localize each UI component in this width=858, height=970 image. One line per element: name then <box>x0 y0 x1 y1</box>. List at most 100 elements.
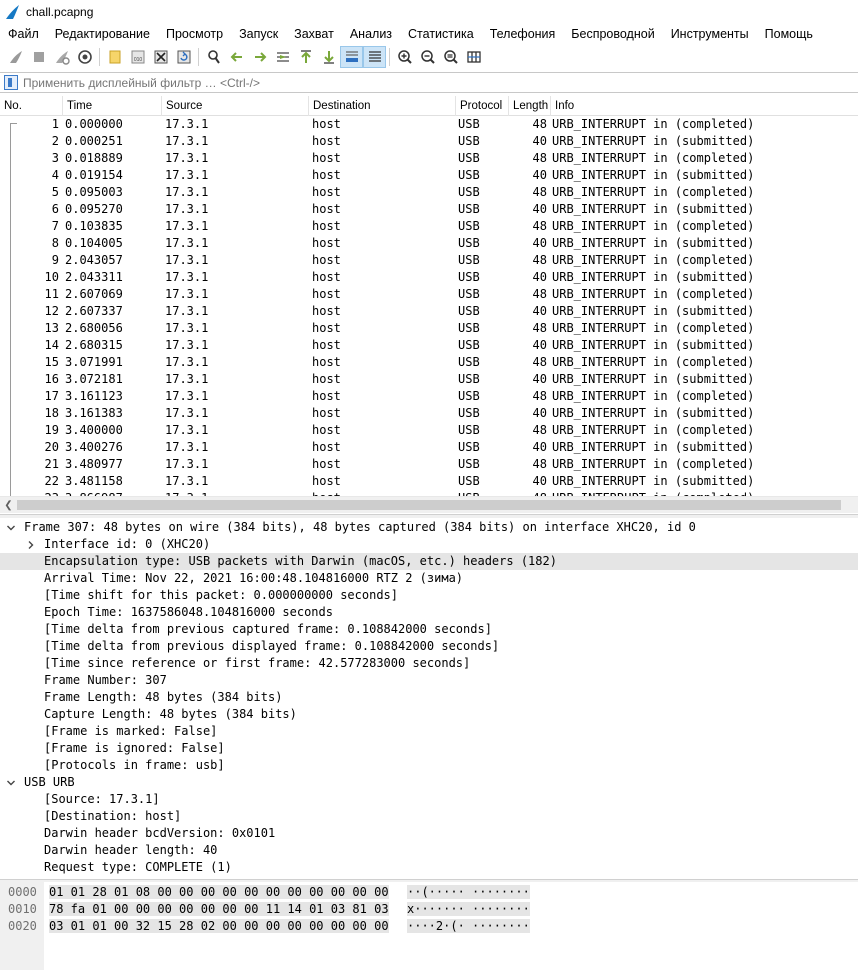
zoom-out-icon[interactable] <box>416 46 439 68</box>
packet-row[interactable]: 11 2.607069 17.3.1 host USB 48 URB_INTERRUPT i… <box>0 286 858 303</box>
chevron-down-icon[interactable] <box>5 519 17 536</box>
packet-row[interactable]: 12 2.607337 17.3.1 host USB 40 URB_INTERRUPT i… <box>0 303 858 320</box>
column-header-source[interactable]: Source <box>162 96 309 116</box>
chevron-right-icon[interactable] <box>25 536 37 553</box>
menu-view[interactable]: Просмотр <box>158 27 231 41</box>
detail-tree-section[interactable]: Frame 307: 48 bytes on wire (384 bits), … <box>0 519 858 536</box>
menu-telephony[interactable]: Телефония <box>482 27 564 41</box>
restart-icon[interactable] <box>50 46 73 68</box>
close-file-icon[interactable] <box>149 46 172 68</box>
packet-details-pane[interactable]: Frame 307: 48 bytes on wire (384 bits), … <box>0 519 858 879</box>
packet-row[interactable]: 18 3.161383 17.3.1 host USB 40 URB_INTERRUPT i… <box>0 405 858 422</box>
detail-tree-item[interactable]: [Time shift for this packet: 0.000000000… <box>0 587 858 604</box>
packet-row[interactable]: 8 0.104005 17.3.1 host USB 40 URB_INTERRUPT in… <box>0 235 858 252</box>
packet-row[interactable]: 14 2.680315 17.3.1 host USB 40 URB_INTERRUPT i… <box>0 337 858 354</box>
menu-wireless[interactable]: Беспроводной <box>563 27 662 41</box>
go-forward-icon[interactable] <box>248 46 271 68</box>
packet-bytes-pane[interactable]: 0000 01 01 28 01 08 00 00 00 00 00 00 00 … <box>0 882 858 970</box>
detail-tree-section[interactable]: USB URB <box>0 774 858 791</box>
detail-tree-item[interactable]: [Protocols in frame: usb] <box>0 757 858 774</box>
display-filter-input[interactable] <box>21 73 858 92</box>
find-packet-icon[interactable] <box>202 46 225 68</box>
packet-row[interactable]: 21 3.480977 17.3.1 host USB 48 URB_INTERRUPT i… <box>0 456 858 473</box>
column-header-length[interactable]: Length <box>509 96 551 116</box>
bytes-hex[interactable]: 78 fa 01 00 00 00 00 00 00 00 11 14 01 0… <box>49 901 389 918</box>
menu-capture[interactable]: Захват <box>286 27 342 41</box>
column-header-protocol[interactable]: Protocol <box>456 96 509 116</box>
packet-row[interactable]: 3 0.018889 17.3.1 host USB 48 URB_INTERRUPT in… <box>0 150 858 167</box>
menu-file[interactable]: Файл <box>0 27 47 41</box>
packet-row[interactable]: 20 3.400276 17.3.1 host USB 40 URB_INTERRUPT i… <box>0 439 858 456</box>
packet-row[interactable]: 4 0.019154 17.3.1 host USB 40 URB_INTERRUPT in… <box>0 167 858 184</box>
packet-list[interactable]: No. Time Source Destination Protocol Len… <box>0 96 858 496</box>
menu-tools[interactable]: Инструменты <box>663 27 757 41</box>
stop-icon[interactable] <box>27 46 50 68</box>
packet-row[interactable]: 19 3.400000 17.3.1 host USB 48 URB_INTERRUPT i… <box>0 422 858 439</box>
resize-columns-icon[interactable] <box>462 46 485 68</box>
packet-row[interactable]: 22 3.481158 17.3.1 host USB 40 URB_INTERRUPT i… <box>0 473 858 490</box>
bytes-hex[interactable]: 03 01 01 00 32 15 28 02 00 00 00 00 00 0… <box>49 918 389 935</box>
detail-tree-item[interactable]: Darwin header length: 40 <box>0 842 858 859</box>
colorize-icon[interactable] <box>363 46 386 68</box>
capture-options-icon[interactable] <box>73 46 96 68</box>
filter-bookmark-icon[interactable] <box>4 75 18 90</box>
column-header-info[interactable]: Info <box>551 96 858 116</box>
detail-tree-item[interactable]: Arrival Time: Nov 22, 2021 16:00:48.1048… <box>0 570 858 587</box>
autoscroll-icon[interactable] <box>340 46 363 68</box>
detail-tree-item[interactable]: Capture Length: 48 bytes (384 bits) <box>0 706 858 723</box>
column-header-destination[interactable]: Destination <box>309 96 456 116</box>
chevron-down-icon[interactable] <box>5 774 17 791</box>
bytes-ascii[interactable]: ····2·(· ········ <box>407 918 530 935</box>
packet-row[interactable]: 13 2.680056 17.3.1 host USB 48 URB_INTERRUPT i… <box>0 320 858 337</box>
menu-help[interactable]: Помощь <box>757 27 821 41</box>
packet-row[interactable]: 2 0.000251 17.3.1 host USB 40 URB_INTERRUPT in… <box>0 133 858 150</box>
column-header-no[interactable]: No. <box>0 96 63 116</box>
detail-tree-item[interactable]: Frame Number: 307 <box>0 672 858 689</box>
packet-row[interactable]: 7 0.103835 17.3.1 host USB 48 URB_INTERRUPT in… <box>0 218 858 235</box>
packet-row[interactable]: 16 3.072181 17.3.1 host USB 40 URB_INTERRUPT i… <box>0 371 858 388</box>
detail-tree-item[interactable]: [Source: 17.3.1] <box>0 791 858 808</box>
bytes-hex[interactable]: 01 01 28 01 08 00 00 00 00 00 00 00 00 0… <box>49 884 389 901</box>
packet-row[interactable]: 17 3.161123 17.3.1 host USB 48 URB_INTERRUPT i… <box>0 388 858 405</box>
packet-list-hscrollbar[interactable]: ❮ <box>0 496 858 513</box>
menu-analyze[interactable]: Анализ <box>342 27 400 41</box>
scroll-left-arrow-icon[interactable]: ❮ <box>0 497 17 513</box>
packet-row[interactable]: 1 0.000000 17.3.1 host USB 48 URB_INTERRUPT in… <box>0 116 858 133</box>
menu-statistics[interactable]: Статистика <box>400 27 482 41</box>
detail-tree-item[interactable]: [Destination: host] <box>0 808 858 825</box>
menu-go[interactable]: Запуск <box>231 27 286 41</box>
menu-edit[interactable]: Редактирование <box>47 27 158 41</box>
shark-fin-start-icon[interactable] <box>4 46 27 68</box>
detail-tree-item[interactable]: Interface id: 0 (XHC20) <box>0 536 858 553</box>
go-last-icon[interactable] <box>317 46 340 68</box>
zoom-in-icon[interactable] <box>393 46 416 68</box>
detail-tree-item[interactable]: Encapsulation type: USB packets with Dar… <box>0 553 858 570</box>
detail-tree-item[interactable]: [Frame is ignored: False] <box>0 740 858 757</box>
go-back-icon[interactable] <box>225 46 248 68</box>
zoom-normal-icon[interactable] <box>439 46 462 68</box>
packet-row[interactable]: 5 0.095003 17.3.1 host USB 48 URB_INTERRUPT in… <box>0 184 858 201</box>
bytes-ascii[interactable]: ··(····· ········ <box>407 884 530 901</box>
detail-tree-item[interactable]: [Time delta from previous captured frame… <box>0 621 858 638</box>
pane-splitter[interactable] <box>0 514 858 518</box>
detail-tree-item[interactable]: Darwin header bcdVersion: 0x0101 <box>0 825 858 842</box>
detail-tree-item[interactable]: [Frame is marked: False] <box>0 723 858 740</box>
column-header-time[interactable]: Time <box>63 96 162 116</box>
packet-row[interactable]: 6 0.095270 17.3.1 host USB 40 URB_INTERRUPT in… <box>0 201 858 218</box>
save-file-icon[interactable]: 010 <box>126 46 149 68</box>
detail-tree-item[interactable]: Request type: COMPLETE (1) <box>0 859 858 876</box>
detail-tree-item[interactable]: [Time delta from previous displayed fram… <box>0 638 858 655</box>
scroll-thumb[interactable] <box>17 500 841 510</box>
reload-icon[interactable] <box>172 46 195 68</box>
go-first-icon[interactable] <box>294 46 317 68</box>
detail-tree-item[interactable]: Epoch Time: 1637586048.104816000 seconds <box>0 604 858 621</box>
bytes-ascii[interactable]: x······· ········ <box>407 901 530 918</box>
packet-row[interactable]: 9 2.043057 17.3.1 host USB 48 URB_INTERRUPT in… <box>0 252 858 269</box>
packet-row[interactable]: 15 3.071991 17.3.1 host USB 48 URB_INTERRUPT i… <box>0 354 858 371</box>
detail-tree-item[interactable]: Frame Length: 48 bytes (384 bits) <box>0 689 858 706</box>
detail-tree-item[interactable]: [Time since reference or first frame: 42… <box>0 655 858 672</box>
packet-row[interactable]: 10 2.043311 17.3.1 host USB 40 URB_INTERRUPT i… <box>0 269 858 286</box>
go-to-packet-icon[interactable] <box>271 46 294 68</box>
packet-length: 40 <box>532 474 547 488</box>
open-file-icon[interactable] <box>103 46 126 68</box>
